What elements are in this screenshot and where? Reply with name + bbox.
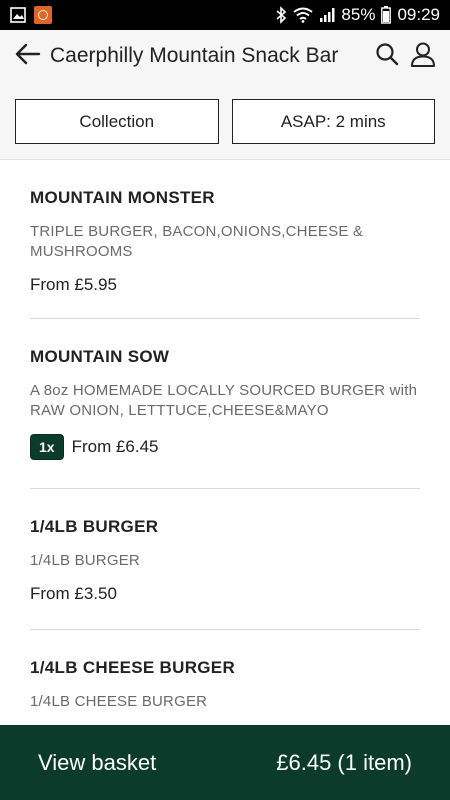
arrow-left-icon — [15, 43, 41, 70]
basket-total: £6.45 (1 item) — [276, 749, 412, 775]
image-icon — [10, 7, 26, 23]
menu-item-mountain-monster[interactable]: MOUNTAIN MONSTER TRIPLE BURGER, BACON,ON… — [30, 160, 420, 319]
status-bar-left — [10, 6, 52, 24]
item-price: From £5.95 — [30, 275, 117, 294]
menu-list: MOUNTAIN MONSTER TRIPLE BURGER, BACON,ON… — [0, 160, 450, 725]
menu-item-mountain-sow[interactable]: MOUNTAIN SOW A 8oz HOMEMADE LOCALLY SOUR… — [30, 319, 420, 489]
menu-item-quarter-lb-cheese-burger[interactable]: 1/4LB CHEESE BURGER 1/4LB CHEESE BURGER — [30, 630, 420, 725]
price-row: From £5.95 — [30, 275, 420, 295]
collection-button[interactable]: Collection — [15, 99, 219, 144]
item-description: 1/4LB BURGER — [30, 552, 140, 569]
menu-item-quarter-lb-burger[interactable]: 1/4LB BURGER 1/4LB BURGER From £3.50 — [30, 489, 420, 630]
item-price: From £6.45 — [71, 437, 159, 456]
status-bar: 85% 09:29 — [0, 0, 450, 30]
price-row: 1x From £6.45 — [30, 434, 420, 460]
battery-icon — [381, 6, 392, 24]
item-name: 1/4LB CHEESE BURGER — [30, 658, 236, 677]
status-bar-right: 85% 09:29 — [275, 5, 440, 25]
app-header: Caerphilly Mountain Snack Bar Collection… — [0, 30, 450, 160]
item-name: 1/4LB BURGER — [30, 517, 159, 536]
item-description: 1/4LB CHEESE BURGER — [30, 693, 208, 710]
clock: 09:29 — [397, 5, 440, 24]
item-name: MOUNTAIN SOW — [30, 347, 170, 366]
account-button[interactable] — [408, 41, 438, 71]
title-row: Caerphilly Mountain Snack Bar — [0, 30, 450, 82]
item-description: TRIPLE BURGER, BACON,ONIONS,CHEESE & MUS… — [30, 223, 364, 260]
bluetooth-icon — [275, 6, 287, 24]
search-icon — [375, 42, 399, 71]
order-options: Collection ASAP: 2 mins — [0, 82, 450, 144]
back-button[interactable] — [14, 42, 42, 70]
page-title: Caerphilly Mountain Snack Bar — [50, 44, 339, 67]
item-name: MOUNTAIN MONSTER — [30, 188, 215, 207]
view-basket-button[interactable]: View basket £6.45 (1 item) — [0, 725, 450, 800]
basket-label: View basket — [38, 749, 157, 775]
time-button[interactable]: ASAP: 2 mins — [231, 99, 435, 144]
battery-percent: 85% — [341, 5, 376, 24]
user-icon — [410, 41, 436, 72]
search-button[interactable] — [372, 41, 402, 71]
price-row: From £3.50 — [30, 584, 420, 604]
item-description: A 8oz HOMEMADE LOCALLY SOURCED BURGER wi… — [30, 382, 418, 419]
quantity-badge: 1x — [30, 434, 64, 460]
signal-icon — [319, 7, 335, 23]
wifi-icon — [293, 7, 314, 23]
item-price: From £3.50 — [30, 584, 117, 603]
app-notification-icon — [34, 6, 52, 24]
